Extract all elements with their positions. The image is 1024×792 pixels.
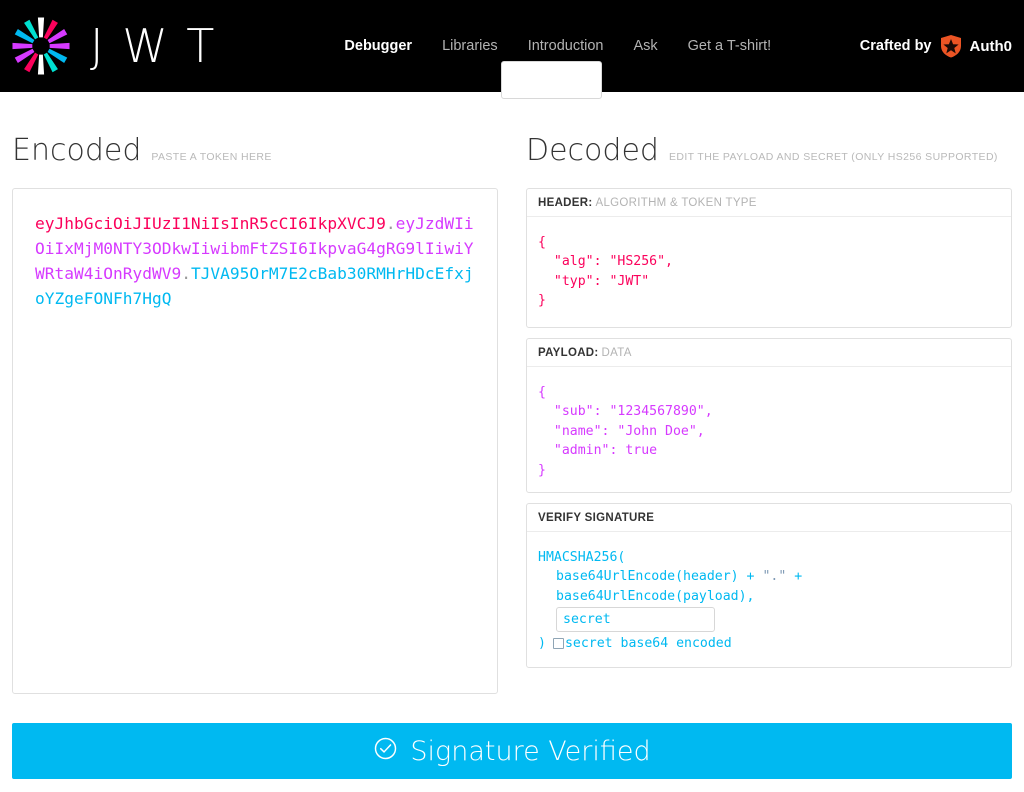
decoded-header-box: HEADER:ALGORITHM & TOKEN TYPE { "alg": "… [526,188,1012,328]
signature-status-text: Signature Verified [410,736,650,767]
token-header-part: eyJhbGciOiJIUzI1NiIsInR5cCI6IkpXVCJ9 [35,214,386,233]
encoded-token-input[interactable]: eyJhbGciOiJIUzI1NiIsInR5cCI6IkpXVCJ9.eyJ… [12,188,498,694]
algorithm-select[interactable] [501,61,602,99]
secret-base64-label[interactable]: secret base64 encoded [565,634,732,653]
nav-link-debugger[interactable]: Debugger [344,38,412,54]
auth0-shield-icon [939,34,963,58]
verify-signature-title: VERIFY SIGNATURE [527,504,1011,532]
token-separator-1: . [386,214,396,233]
secret-base64-checkbox[interactable] [553,638,564,649]
decoded-payload-title-row: PAYLOAD:DATA [527,339,1011,367]
decoded-header-json[interactable]: { "alg": "HS256", "typ": "JWT" } [527,217,1011,325]
nav-links: Debugger Libraries Introduction Ask Get … [344,38,771,54]
encoded-title: Encoded [12,136,141,166]
jwt-wordmark: J W T [90,23,216,69]
crafted-by-label: Crafted by [860,38,932,54]
nav-link-introduction[interactable]: Introduction [528,38,604,54]
brand-logo-link[interactable]: J W T [10,15,216,77]
signature-status-bar: Signature Verified [12,723,1012,779]
decoded-column: HEADER:ALGORITHM & TOKEN TYPE { "alg": "… [526,188,1012,678]
decoded-payload-json[interactable]: { "sub": "1234567890", "name": "John Doe… [527,367,1011,494]
secret-input[interactable] [556,607,715,632]
hmac-line-2: base64UrlEncode(header) + "." + [556,567,1000,586]
nav-link-get-a-tshirt[interactable]: Get a T-shirt! [688,38,772,54]
hmac-line-2-dot: "." [762,569,786,584]
decoded-header-title-row: HEADER:ALGORITHM & TOKEN TYPE [527,189,1011,217]
jwt-burst-logo-icon [10,15,72,77]
encoded-subtitle: PASTE A TOKEN HERE [151,151,271,163]
encoded-heading-row: Encoded PASTE A TOKEN HERE [12,136,272,166]
auth0-label: Auth0 [970,38,1013,55]
nav-link-ask[interactable]: Ask [633,38,657,54]
decoded-payload-subtitle: DATA [602,347,632,359]
decoded-subtitle: EDIT THE PAYLOAD AND SECRET (ONLY HS256 … [669,151,998,163]
hmac-line-2-a: base64UrlEncode(header) + [556,569,762,584]
hmac-closing-paren: ) [538,634,546,653]
decoded-header-title: HEADER: [538,197,593,209]
jwt-token-text: eyJhbGciOiJIUzI1NiIsInR5cCI6IkpXVCJ9.eyJ… [35,211,475,311]
verify-signature-box: VERIFY SIGNATURE HMACSHA256( base64UrlEn… [526,503,1012,668]
nav-link-libraries[interactable]: Libraries [442,38,498,54]
crafted-by-auth0[interactable]: Crafted by Auth0 [860,34,1012,58]
hmac-line-1: HMACSHA256( [538,548,1000,567]
check-circle-icon [373,736,398,766]
base64-encoded-row: ) secret base64 encoded [538,634,1000,653]
hmac-line-3: base64UrlEncode(payload), [556,587,1000,606]
decoded-title: Decoded [526,136,659,166]
verify-signature-body: HMACSHA256( base64UrlEncode(header) + ".… [527,532,1011,668]
hmac-line-2-b: + [786,569,802,584]
decoded-header-subtitle: ALGORITHM & TOKEN TYPE [596,197,757,209]
decoded-payload-title: PAYLOAD: [538,347,599,359]
token-separator-2: . [181,264,191,283]
decoded-payload-box: PAYLOAD:DATA { "sub": "1234567890", "nam… [526,338,1012,493]
decoded-heading-row: Decoded EDIT THE PAYLOAD AND SECRET (ONL… [526,136,998,166]
